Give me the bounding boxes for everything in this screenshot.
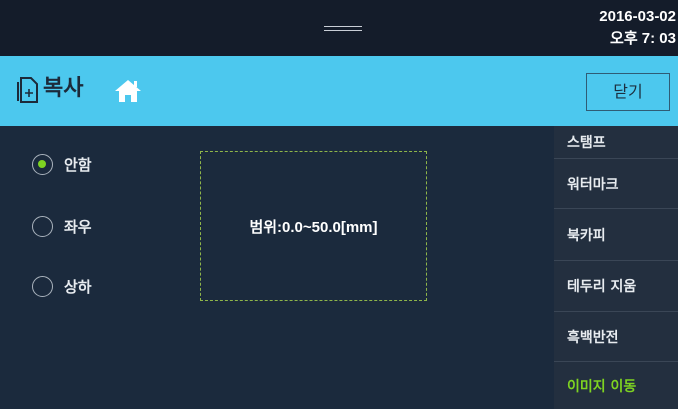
close-button[interactable]: 닫기 <box>586 73 670 111</box>
status-bar: 2016-03-02 오후 7: 03 <box>0 0 678 56</box>
radio-unselected-icon <box>32 215 53 237</box>
menu-item-label: 흑백반전 <box>567 329 619 346</box>
copy-document-icon <box>17 77 38 103</box>
menu-item-invert[interactable]: 흑백반전 <box>554 312 678 362</box>
radio-label: 좌우 <box>64 217 92 236</box>
side-menu: 스탬프 워터마크 북카피 테두리 지움 흑백반전 이미지 이동 <box>554 126 678 409</box>
home-icon[interactable] <box>113 78 143 104</box>
range-text: 범위:0.0~50.0[mm] <box>249 218 378 236</box>
radio-label: 상하 <box>64 277 92 296</box>
radio-option-none[interactable]: 안함 <box>32 152 92 176</box>
menu-item-watermark[interactable]: 워터마크 <box>554 159 678 209</box>
menu-item-label: 워터마크 <box>567 176 619 193</box>
status-date: 2016-03-02 <box>599 8 676 25</box>
menu-item-edge-erase[interactable]: 테두리 지움 <box>554 261 678 312</box>
menu-item-label: 이미지 이동 <box>567 378 637 395</box>
status-time: 오후 7: 03 <box>610 30 676 47</box>
menu-item-book-copy[interactable]: 북카피 <box>554 209 678 261</box>
menu-item-stamp[interactable]: 스탬프 <box>554 126 678 159</box>
page-title: 복사 <box>43 76 84 101</box>
radio-option-up-down[interactable]: 상하 <box>32 274 92 298</box>
range-preview-box: 범위:0.0~50.0[mm] <box>200 151 427 301</box>
menu-item-label: 북카피 <box>567 227 606 244</box>
date-time: 2016-03-02 오후 7: 03 <box>599 6 676 50</box>
title-bar: 복사 닫기 <box>0 56 678 126</box>
radio-unselected-icon <box>32 275 53 297</box>
drag-handle-icon[interactable] <box>324 26 362 31</box>
radio-label: 안함 <box>64 155 92 174</box>
radio-option-left-right[interactable]: 좌우 <box>32 214 92 238</box>
menu-item-label: 스탬프 <box>567 135 606 151</box>
radio-selected-icon <box>32 153 53 175</box>
menu-item-image-shift[interactable]: 이미지 이동 <box>554 362 678 409</box>
menu-item-label: 테두리 지움 <box>567 279 637 295</box>
